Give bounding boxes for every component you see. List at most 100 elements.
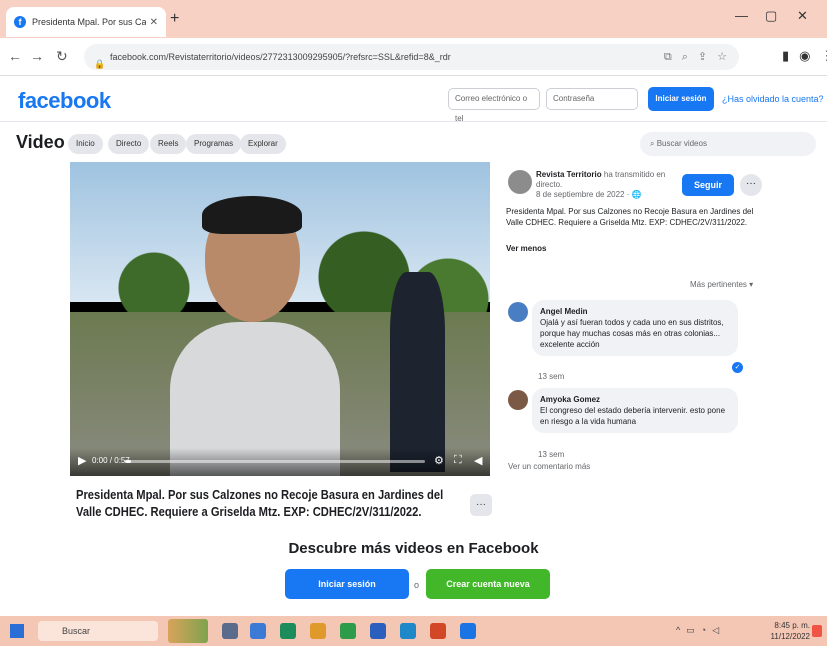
commenter-avatar[interactable] (508, 302, 528, 322)
comment-meta[interactable]: 13 sem (538, 450, 564, 459)
video-progress-track[interactable] (125, 460, 425, 463)
store-icon[interactable] (280, 623, 296, 639)
notification-icon[interactable] (812, 625, 822, 637)
video-search-placeholder: Buscar videos (656, 139, 707, 148)
settings-gear-icon[interactable]: ⚙ (434, 454, 444, 467)
tray-chevron-icon[interactable]: ^ (676, 625, 680, 636)
video-search-input[interactable]: ⌕ Buscar videos (640, 132, 816, 156)
address-url: facebook.com/Revistaterritorio/videos/27… (110, 52, 451, 62)
post-text: Presidenta Mpal. Por sus Calzones no Rec… (506, 207, 754, 227)
video-progress-fill (125, 460, 131, 463)
bookmark-star-icon[interactable]: ☆ (717, 44, 727, 70)
back-button[interactable]: ← (8, 48, 22, 64)
window-minimize-button[interactable]: — (735, 8, 748, 23)
tab-reels[interactable]: Reels (150, 134, 187, 154)
cta-title: Descubre más videos en Facebook (288, 540, 539, 557)
window-close-button[interactable]: ✕ (797, 8, 808, 24)
see-less-link[interactable]: Ver menos (506, 244, 546, 253)
post-options-button[interactable]: ··· (740, 174, 762, 196)
comment-text: El congreso del estado debería interveni… (540, 406, 726, 426)
task-view-icon[interactable] (222, 623, 238, 639)
post-panel: Revista Territorio ha transmitido en dir… (500, 162, 770, 482)
window-maximize-button[interactable]: ▢ (765, 8, 777, 24)
volume-icon[interactable]: ◀ (474, 454, 482, 467)
browser-app-icon[interactable] (460, 623, 476, 639)
post-header: Revista Territorio ha transmitido en dir… (536, 170, 676, 200)
browser-toolbar: ← → ↻ 🔒 facebook.com/Revistaterritorio/v… (0, 38, 827, 76)
tab-close-icon[interactable]: ✕ (150, 17, 158, 28)
video-frame-background-person (390, 272, 445, 472)
menu-kebab-icon[interactable]: ⋮ (821, 48, 827, 64)
follow-button[interactable]: Seguir (682, 174, 734, 196)
password-field[interactable]: Contraseña (546, 88, 638, 110)
battery-icon[interactable]: ▭ (686, 625, 695, 636)
header-login-button[interactable]: Iniciar sesión (648, 87, 714, 111)
comment-text: Ojalá y así fueran todos y cada uno en s… (540, 318, 724, 349)
video-nav: Video Inicio Directo Reels Programas Exp… (0, 124, 827, 162)
view-more-comments-link[interactable]: Ver un comentario más (508, 462, 590, 471)
comment-author[interactable]: Amyoka Gomez (540, 394, 730, 405)
taskbar-clock[interactable]: 8:45 p. m. 11/12/2022 (760, 620, 810, 642)
reaction-icon[interactable]: ✓ (732, 362, 743, 373)
comment-bubble: Angel Medin Ojalá y así fueran todos y c… (532, 300, 738, 356)
tab-programas[interactable]: Programas (186, 134, 242, 154)
page-avatar[interactable] (508, 170, 532, 194)
windows-start-icon[interactable] (10, 624, 24, 638)
wifi-icon[interactable]: ◔ (701, 625, 706, 636)
comment-meta[interactable]: 13 sem (538, 372, 564, 381)
share-icon[interactable]: ⇪ (698, 44, 707, 70)
video-caption: Presidenta Mpal. Por sus Calzones no Rec… (76, 487, 444, 519)
excel-icon[interactable] (340, 623, 356, 639)
cta-or-text: o (414, 580, 420, 590)
address-bar[interactable]: 🔒 facebook.com/Revistaterritorio/videos/… (84, 44, 739, 70)
facebook-header: facebook Correo electrónico o tel Contra… (0, 78, 827, 123)
fullscreen-icon[interactable]: ⛶ (454, 454, 462, 467)
chrome-icon[interactable] (310, 623, 326, 639)
play-icon[interactable]: ▶ (78, 454, 86, 467)
comment-sort-dropdown[interactable]: Más pertinentes ▾ (690, 280, 753, 289)
commenter-avatar[interactable] (508, 390, 528, 410)
facebook-logo[interactable]: facebook (18, 88, 111, 114)
search-highlight-icon[interactable] (168, 619, 208, 643)
facebook-favicon-icon: f (14, 16, 26, 28)
browser-tabstrip: f Presidenta Mpal. Por sus Calzon ✕ + — … (0, 0, 827, 38)
create-account-button[interactable]: Crear cuenta nueva (426, 569, 550, 599)
taskbar-search[interactable]: Buscar (38, 621, 158, 641)
volume-tray-icon[interactable]: ◁ (712, 625, 719, 636)
lock-icon: 🔒 (94, 59, 106, 69)
speaker-hair (202, 196, 302, 234)
browser-tab[interactable]: f Presidenta Mpal. Por sus Calzon ✕ (6, 7, 166, 37)
tab-inicio[interactable]: Inicio (68, 134, 103, 154)
video-controls: ▶ 0:00 / 0:57 ⚙ ⛶ ◀ (70, 448, 490, 476)
powerpoint-icon[interactable] (430, 623, 446, 639)
forgot-account-link[interactable]: ¿Has olvidado la cuenta? (722, 94, 824, 104)
word-icon[interactable] (370, 623, 386, 639)
comment-author[interactable]: Angel Medin (540, 306, 730, 317)
cta-login-button[interactable]: Iniciar sesión (285, 569, 409, 599)
zoom-icon[interactable]: ⌕ (682, 44, 688, 70)
file-explorer-icon[interactable] (250, 623, 266, 639)
video-frame-speaker (170, 196, 340, 476)
clock-date: 11/12/2022 (770, 632, 810, 641)
sidepanel-icon[interactable]: ▮ (782, 48, 789, 64)
video-player[interactable]: ▶ 0:00 / 0:57 ⚙ ⛶ ◀ (70, 162, 490, 476)
install-app-icon[interactable]: ⧉ (664, 44, 672, 70)
clock-time: 8:45 p. m. (774, 621, 810, 630)
taskbar-search-label: Buscar (62, 626, 91, 636)
caption-more-button[interactable]: ··· (470, 494, 492, 516)
email-field[interactable]: Correo electrónico o tel (448, 88, 540, 123)
new-tab-button[interactable]: + (170, 10, 179, 28)
comment-bubble: Amyoka Gomez El congreso del estado debe… (532, 388, 738, 433)
forward-button[interactable]: → (30, 48, 44, 64)
page-title: Video (16, 132, 65, 152)
reload-button[interactable]: ↻ (56, 48, 68, 65)
post-date[interactable]: 8 de septiembre de 2022 · 🌐 (536, 190, 642, 199)
profile-icon[interactable]: ◉ (799, 48, 810, 64)
tab-explorar[interactable]: Explorar (240, 134, 286, 154)
search-icon: ⌕ (650, 139, 657, 148)
tab-directo[interactable]: Directo (108, 134, 150, 154)
system-tray: ^ ▭ ◔ ◁ (676, 625, 719, 636)
windows-taskbar: Buscar ^ ▭ ◔ ◁ 8:45 p. m. 11/12/2022 (0, 616, 827, 646)
page-name[interactable]: Revista Territorio (536, 170, 602, 179)
edge-icon[interactable] (400, 623, 416, 639)
